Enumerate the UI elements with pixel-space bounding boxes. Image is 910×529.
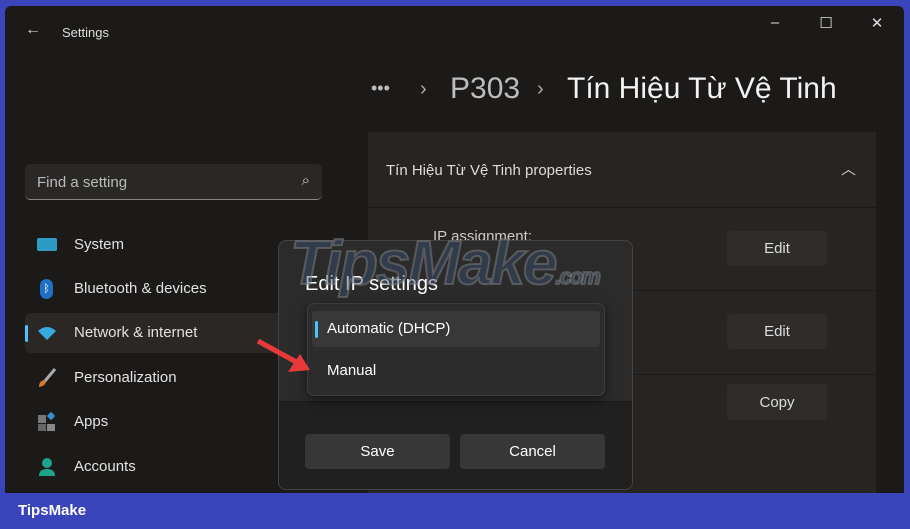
sidebar-item-label: Apps <box>74 413 109 430</box>
search-placeholder: Find a setting <box>37 174 128 191</box>
chevron-right-icon: › <box>420 78 427 100</box>
breadcrumb-parent[interactable]: P303 <box>450 72 520 106</box>
option-manual[interactable]: Manual <box>312 353 600 389</box>
breadcrumb-more[interactable]: ••• <box>371 78 390 99</box>
selection-indicator <box>25 325 28 342</box>
brush-icon <box>37 368 57 388</box>
edit-ip-dialog: Edit IP settings Automatic (DHCP) Manual… <box>278 240 633 490</box>
option-automatic-dhcp[interactable]: Automatic (DHCP) <box>312 311 600 347</box>
person-icon <box>37 457 57 477</box>
close-button[interactable]: ✕ <box>862 14 892 32</box>
chevron-right-icon: › <box>537 78 544 100</box>
sidebar-item-apps[interactable]: Apps <box>25 402 305 442</box>
footer-brand: TipsMake <box>18 502 87 519</box>
dialog-title: Edit IP settings <box>305 273 439 295</box>
properties-title: Tín Hiệu Từ Vệ Tinh properties <box>386 162 592 179</box>
settings-window: ← Settings – ☐ ✕ ••• › P303 › Tín Hiệu T… <box>5 6 904 493</box>
sidebar-item-label: Personalization <box>74 369 177 386</box>
sidebar-item-label: System <box>74 236 125 253</box>
edit-dns-button[interactable]: Edit <box>727 314 827 349</box>
apps-icon <box>37 411 57 432</box>
save-button[interactable]: Save <box>305 434 450 469</box>
sidebar-item-label: Accounts <box>74 458 136 475</box>
properties-header[interactable]: Tín Hiệu Từ Vệ Tinh properties ︿ <box>368 132 876 207</box>
cancel-button[interactable]: Cancel <box>460 434 605 469</box>
window-title: Settings <box>62 25 109 40</box>
wifi-icon <box>37 323 57 343</box>
monitor-icon <box>37 238 57 251</box>
chevron-up-icon[interactable]: ︿ <box>841 158 856 179</box>
sidebar-item-label: Bluetooth & devices <box>74 280 207 297</box>
page-title: Tín Hiệu Từ Vệ Tinh <box>567 72 837 105</box>
back-arrow-icon[interactable]: ← <box>25 21 41 39</box>
sidebar-item-label: Network & internet <box>74 324 198 341</box>
option-label: Automatic (DHCP) <box>327 320 451 337</box>
sidebar-item-accounts[interactable]: Accounts <box>25 447 305 487</box>
maximize-button[interactable]: ☐ <box>811 14 841 32</box>
option-label: Manual <box>327 362 377 379</box>
search-icon[interactable]: ⌕ <box>302 172 310 189</box>
search-input[interactable]: Find a setting ⌕ <box>25 164 322 200</box>
sidebar-item-system[interactable]: System <box>25 225 305 265</box>
sidebar-item-bluetooth[interactable]: ᛒ Bluetooth & devices <box>25 269 305 309</box>
edit-ip-button[interactable]: Edit <box>727 231 827 266</box>
copy-button[interactable]: Copy <box>727 384 827 420</box>
red-arrow-annotation <box>256 338 310 372</box>
bluetooth-icon: ᛒ <box>40 279 53 299</box>
minimize-button[interactable]: – <box>760 14 790 31</box>
ip-mode-dropdown-list[interactable]: Automatic (DHCP) Manual <box>307 303 605 396</box>
